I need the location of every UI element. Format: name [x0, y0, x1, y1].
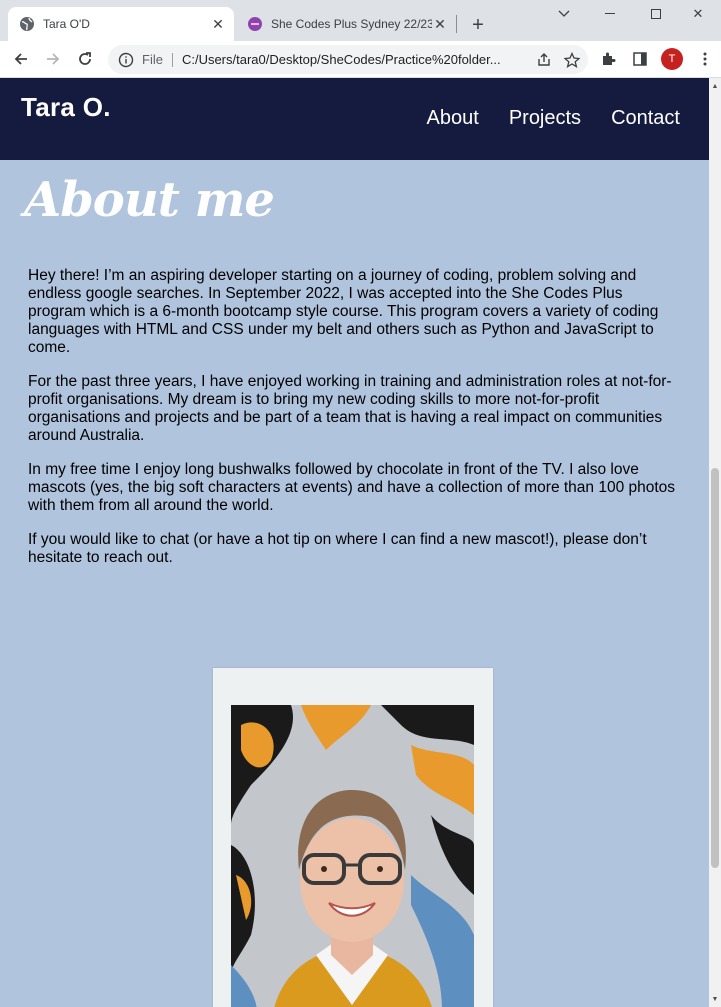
about-paragraph: Hey there! I’m an aspiring developer sta…: [28, 267, 659, 356]
tab-shecodes[interactable]: She Codes Plus Sydney 22/23 ✕: [236, 7, 456, 41]
about-paragraph: For the past three years, I have enjoyed…: [28, 373, 672, 444]
url-text[interactable]: C:/Users/tara0/Desktop/SheCodes/Practice…: [182, 52, 532, 67]
profile-photo: [231, 705, 474, 1007]
tab-title: She Codes Plus Sydney 22/23: [271, 17, 432, 31]
scrollbar-thumb[interactable]: [711, 468, 719, 868]
page-viewport: Tara O. About Projects Contact About me …: [0, 78, 709, 1007]
back-button[interactable]: [8, 46, 34, 72]
browser-toolbar: File C:/Users/tara0/Desktop/SheCodes/Pra…: [0, 41, 721, 78]
about-paragraph: In my free time I enjoy long bushwalks f…: [28, 461, 676, 514]
new-tab-button[interactable]: +: [466, 13, 490, 37]
close-window-button[interactable]: ✕: [675, 0, 721, 28]
tab-strip: Tara O'D ✕ She Codes Plus Sydney 22/23 ✕…: [0, 0, 721, 41]
tab-search-icon[interactable]: [541, 0, 587, 28]
bookmark-star-icon[interactable]: [560, 48, 584, 72]
about-paragraph: If you would like to chat (or have a hot…: [28, 531, 647, 566]
side-panel-icon[interactable]: [627, 46, 653, 72]
shecodes-icon: [247, 16, 263, 32]
forward-button[interactable]: [40, 46, 66, 72]
info-icon[interactable]: [118, 52, 134, 68]
site-header: Tara O. About Projects Contact: [0, 78, 709, 160]
nav-link-projects[interactable]: Projects: [509, 107, 581, 130]
globe-icon: [19, 16, 35, 32]
minimize-button[interactable]: [587, 0, 633, 28]
scroll-up-arrow-icon[interactable]: ▲: [709, 80, 721, 92]
tab-tara-od[interactable]: Tara O'D ✕: [8, 7, 234, 41]
site-brand[interactable]: Tara O.: [21, 92, 111, 123]
tab-separator: [456, 15, 457, 33]
maximize-button[interactable]: [633, 0, 679, 28]
about-heading: About me: [24, 172, 275, 228]
nav-link-contact[interactable]: Contact: [611, 107, 680, 130]
tab-title: Tara O'D: [43, 17, 90, 31]
extensions-icon[interactable]: [595, 46, 621, 72]
url-scheme: File: [142, 52, 173, 67]
profile-avatar[interactable]: T: [661, 48, 683, 70]
reload-button[interactable]: [72, 46, 98, 72]
about-text: Hey there! I’m an aspiring developer sta…: [28, 267, 680, 583]
nav-link-about[interactable]: About: [427, 107, 479, 130]
close-tab-icon[interactable]: ✕: [432, 16, 448, 32]
address-bar[interactable]: File C:/Users/tara0/Desktop/SheCodes/Pra…: [108, 45, 588, 74]
scroll-down-arrow-icon[interactable]: ▼: [709, 993, 721, 1005]
polaroid-frame: [213, 668, 493, 1007]
share-icon[interactable]: [532, 48, 556, 72]
page-scrollbar[interactable]: ▲ ▼: [709, 78, 721, 1007]
close-tab-icon[interactable]: ✕: [210, 16, 226, 32]
main-nav: About Projects Contact: [427, 107, 680, 130]
menu-kebab-icon[interactable]: [692, 46, 718, 72]
